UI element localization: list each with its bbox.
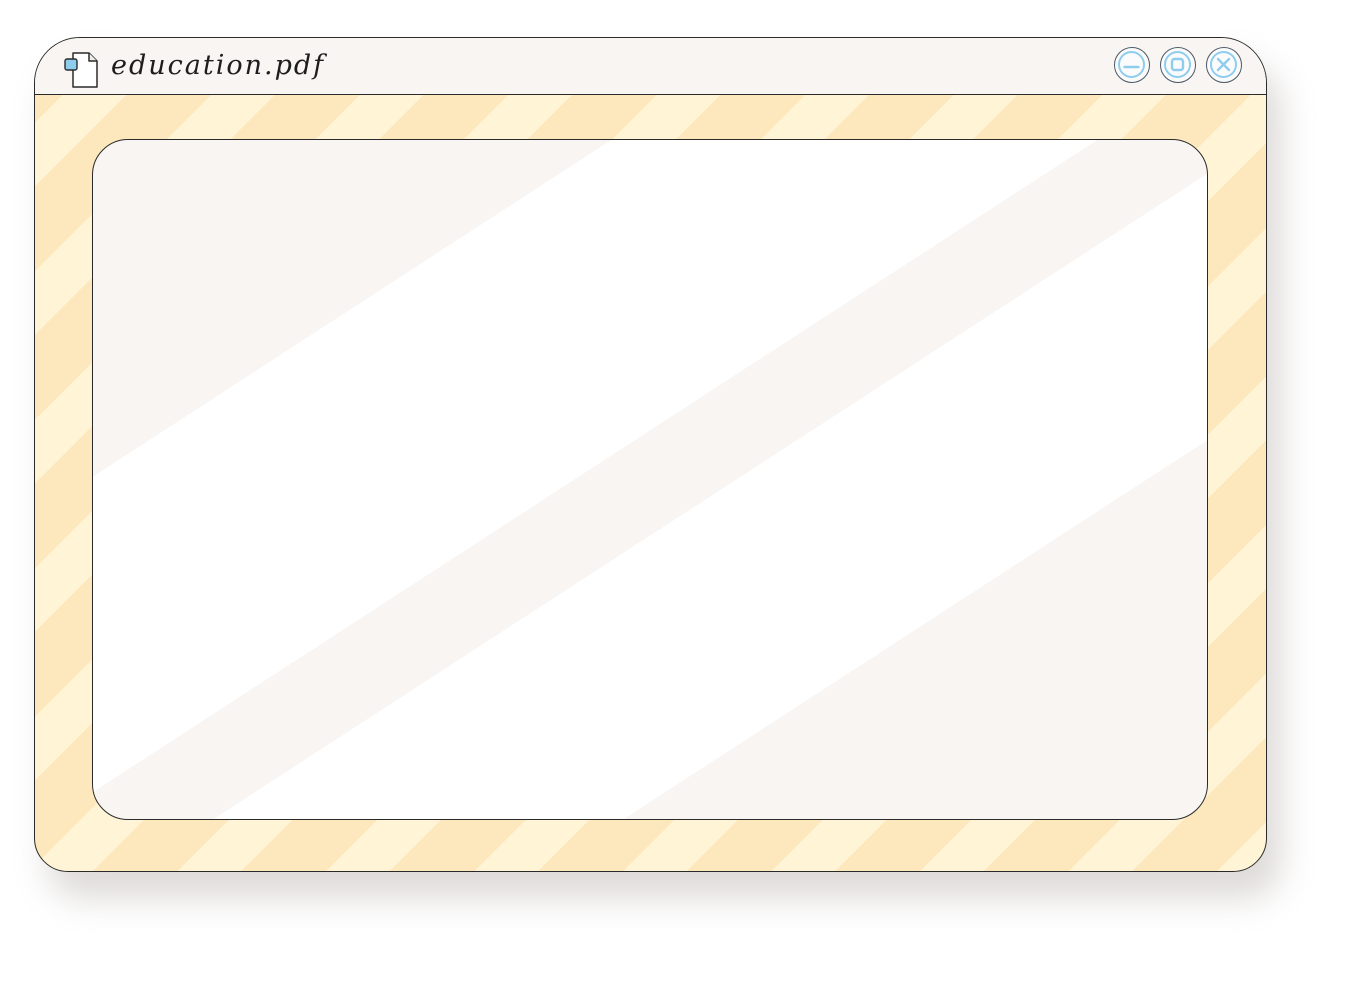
document-content-area[interactable] (92, 139, 1208, 820)
minimize-icon (1123, 65, 1140, 69)
minimize-button[interactable] (1114, 47, 1150, 83)
document-icon (63, 51, 99, 89)
maximize-icon (1170, 57, 1185, 72)
close-button[interactable] (1206, 47, 1242, 83)
close-icon (1216, 57, 1231, 72)
app-window: education.pdf (34, 37, 1267, 872)
maximize-button[interactable] (1160, 47, 1196, 83)
window-title: education.pdf (111, 50, 326, 81)
title-bar[interactable]: education.pdf (35, 38, 1266, 95)
